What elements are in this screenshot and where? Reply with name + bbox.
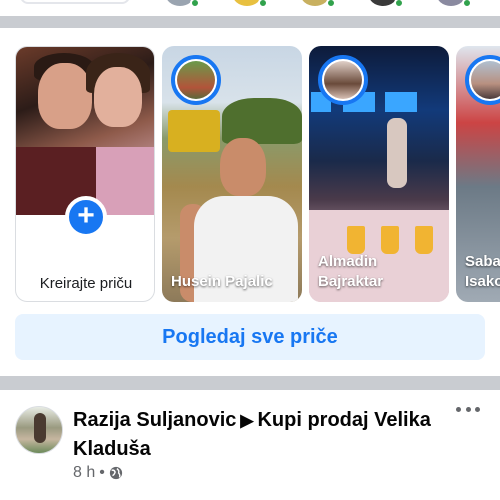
story-author-name: Saba Isako — [465, 253, 500, 290]
online-friends-strip — [0, 0, 500, 14]
post-title: Razija Suljanovic ▶ Kupi prodaj Velika Kla… — [73, 406, 433, 463]
add-story-plus-icon[interactable]: + — [65, 196, 107, 238]
feed-post: Razija Suljanovic ▶ Kupi prodaj Velika Kla… — [0, 390, 500, 500]
online-indicator — [258, 0, 268, 8]
globe-icon — [109, 466, 122, 480]
create-story-label: Kreirajte priču — [39, 275, 133, 292]
more-horizontal-icon[interactable] — [456, 404, 480, 414]
story-author-avatar — [318, 55, 368, 105]
avatar[interactable] — [15, 406, 63, 454]
story-card[interactable]: Saba Isako — [456, 46, 500, 302]
stories-tray[interactable]: + Kreirajte priču Husein Pajalic Almadin… — [0, 46, 500, 304]
online-indicator — [394, 0, 404, 8]
story-author-name: Almadin Bajraktar — [318, 253, 384, 290]
create-story-card[interactable]: + Kreirajte priču — [15, 46, 155, 302]
section-divider — [0, 16, 500, 28]
online-indicator — [326, 0, 336, 8]
story-card[interactable]: Husein Pajalic — [162, 46, 302, 302]
see-all-stories-button[interactable]: Pogledaj sve priče — [15, 314, 485, 360]
online-pill[interactable] — [20, 0, 130, 4]
post-timestamp[interactable]: 8 h — [73, 464, 95, 482]
online-indicator — [190, 0, 200, 8]
profile-photo — [16, 47, 154, 215]
story-author-name: Husein Pajalic — [171, 273, 273, 290]
post-meta: 8 h • — [73, 464, 123, 482]
story-card[interactable]: Almadin Bajraktar — [309, 46, 449, 302]
story-author-avatar — [171, 55, 221, 105]
meta-separator: • — [99, 464, 105, 481]
section-divider — [0, 376, 500, 390]
post-author-link[interactable]: Razija Suljanovic — [73, 409, 236, 431]
caret-right-icon: ▶ — [240, 411, 254, 430]
online-indicator — [462, 0, 472, 8]
